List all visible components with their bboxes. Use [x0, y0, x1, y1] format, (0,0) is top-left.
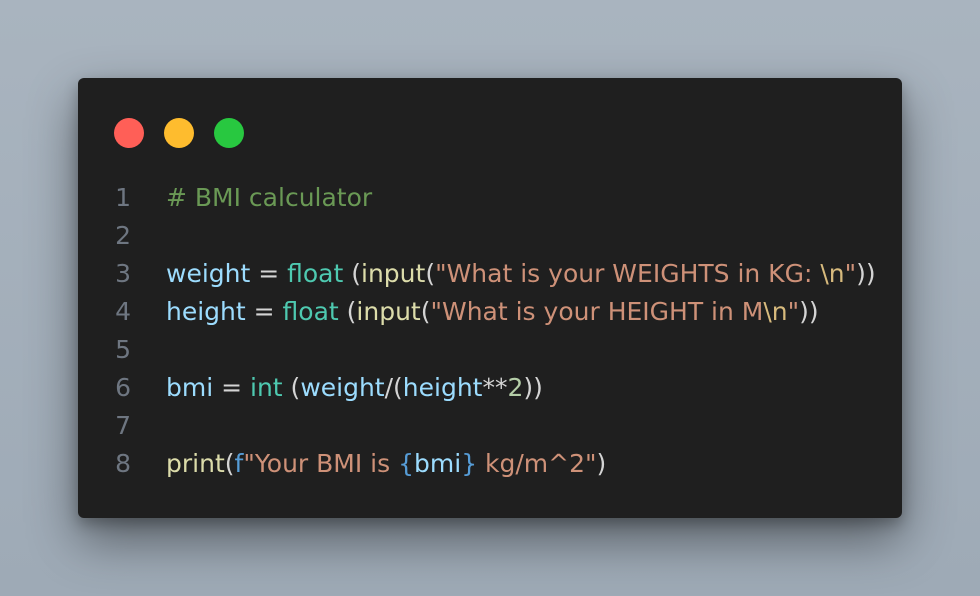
line-number: 5 [115, 335, 131, 364]
code-token-string: "Your BMI is [243, 449, 399, 478]
code-token-escape: \n [820, 259, 845, 288]
line-number: 4 [115, 297, 131, 326]
maximize-button[interactable] [214, 118, 244, 148]
code-token-builtin: float [282, 297, 339, 326]
code-token-plain: ( [224, 449, 235, 478]
code-token-function: input [361, 259, 426, 288]
line-source: bmi = int (weight/(height**2)) [166, 369, 543, 407]
code-line: 6 bmi = int (weight/(height**2)) [78, 369, 902, 407]
code-token-keyword_blue: } [461, 449, 478, 478]
code-line: 3 weight = float (input("What is your WEI… [78, 255, 902, 293]
line-source: height = float (input("What is your HEIG… [166, 293, 819, 331]
code-line: 5 [78, 331, 902, 369]
code-line: 7 [78, 407, 902, 445]
code-token-function: print [166, 449, 225, 478]
code-token-plain: ( [282, 373, 301, 402]
code-token-plain: )) [856, 259, 876, 288]
code-token-plain: ( [425, 259, 436, 288]
line-number: 1 [115, 183, 131, 212]
code-token-plain: = [213, 373, 251, 402]
code-token-string: " [787, 297, 800, 326]
code-token-variable: bmi [414, 449, 462, 478]
line-source: weight = float (input("What is your WEIG… [166, 255, 876, 293]
code-token-plain: /( [384, 373, 403, 402]
line-number: 8 [115, 449, 131, 478]
minimize-button[interactable] [164, 118, 194, 148]
code-token-plain: = [245, 297, 283, 326]
line-number: 7 [115, 411, 131, 440]
code-token-plain: ) [596, 449, 607, 478]
code-line: 1 # BMI calculator [78, 179, 902, 217]
code-token-plain: ( [338, 297, 357, 326]
code-token-variable: weight [166, 259, 251, 288]
code-token-keyword_blue: { [398, 449, 415, 478]
code-token-variable: height [402, 373, 483, 402]
code-token-plain: = [250, 259, 288, 288]
code-token-plain: ( [343, 259, 362, 288]
code-token-string: "What is your HEIGHT in M [430, 297, 764, 326]
code-token-plain: ** [482, 373, 508, 402]
line-number: 2 [115, 221, 131, 250]
code-line: 8 print(f"Your BMI is {bmi} kg/m^2") [78, 445, 902, 483]
code-token-comment: # BMI calculator [166, 183, 373, 212]
code-token-function: input [356, 297, 421, 326]
close-button[interactable] [114, 118, 144, 148]
code-token-variable: weight [300, 373, 385, 402]
code-token-string: kg/m^2" [477, 449, 597, 478]
code-token-keyword_blue: f [234, 449, 244, 478]
line-number: 3 [115, 259, 131, 288]
code-token-variable: bmi [166, 373, 214, 402]
code-token-number: 2 [507, 373, 524, 402]
code-window: 1 # BMI calculator 2 3 weight = float (input… [78, 78, 902, 518]
code-line: 2 [78, 217, 902, 255]
code-token-builtin: float [287, 259, 344, 288]
line-source: # BMI calculator [166, 179, 372, 217]
code-token-plain: )) [799, 297, 819, 326]
code-editor[interactable]: 1 # BMI calculator 2 3 weight = float (input… [78, 179, 902, 483]
line-number: 6 [115, 373, 131, 402]
code-token-escape: \n [763, 297, 788, 326]
code-token-string: " [844, 259, 857, 288]
line-source: print(f"Your BMI is {bmi} kg/m^2") [166, 445, 606, 483]
code-token-plain: )) [523, 373, 543, 402]
code-token-builtin: int [250, 373, 283, 402]
code-line: 4 height = float (input("What is your HEI… [78, 293, 902, 331]
code-token-variable: height [166, 297, 246, 326]
code-token-string: "What is your WEIGHTS in KG: [435, 259, 821, 288]
